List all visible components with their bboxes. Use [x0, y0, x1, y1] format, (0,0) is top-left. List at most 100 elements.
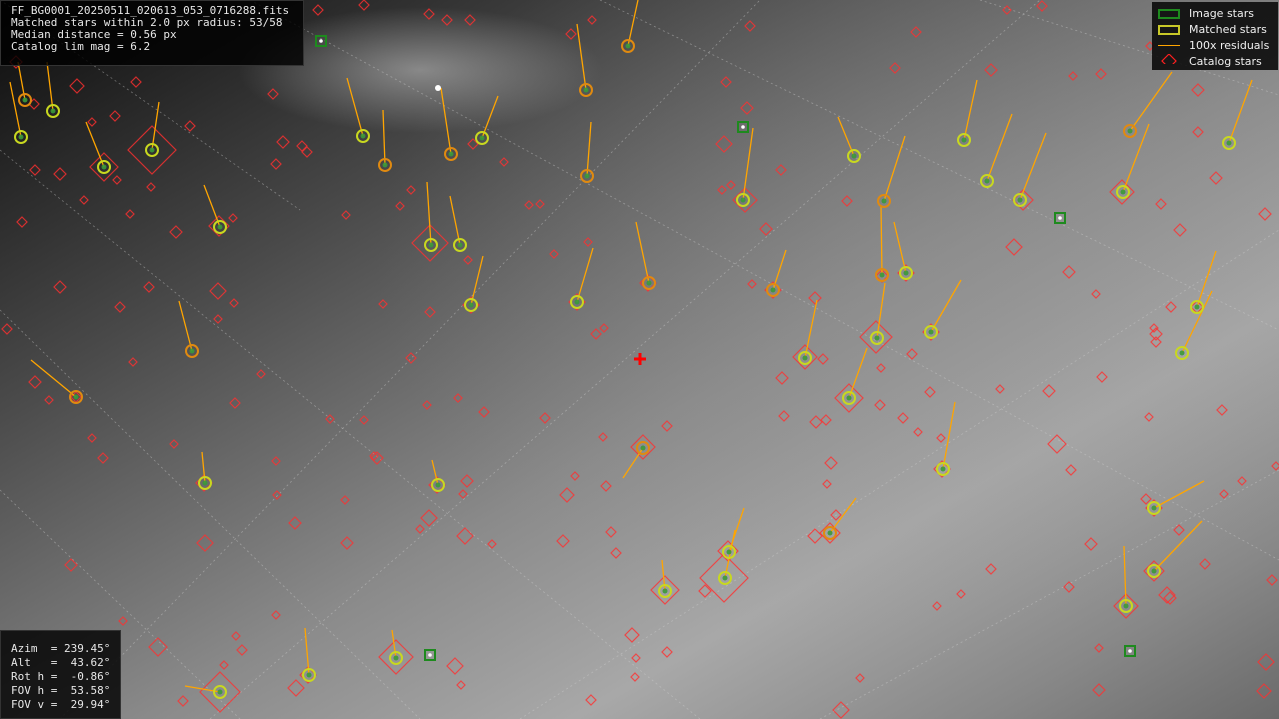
- catalog-star-diamond: [936, 433, 946, 443]
- azimuth-readout: Azim = 239.45°: [11, 642, 111, 655]
- catalog-star-diamond: [229, 397, 241, 409]
- catalog-star-diamond: [1092, 683, 1106, 697]
- catalog-star-diamond: [583, 237, 593, 247]
- residual-line: [1196, 250, 1217, 308]
- residual-line: [178, 300, 193, 352]
- matched-star-core: [879, 272, 885, 278]
- catalog-star-diamond: [446, 657, 464, 675]
- matched-star-core: [740, 197, 746, 203]
- matched-star-core: [382, 162, 388, 168]
- matched-star-core: [1017, 197, 1023, 203]
- catalog-star-diamond: [16, 216, 28, 228]
- matched-star-core: [662, 588, 668, 594]
- residual-line: [85, 121, 105, 168]
- catalog-star-diamond: [341, 210, 351, 220]
- catalog-star-diamond: [1002, 5, 1012, 15]
- catalog-star-diamond: [932, 601, 942, 611]
- catalog-star-diamond: [775, 164, 787, 176]
- residual-line: [848, 347, 868, 399]
- matched-star-core: [881, 198, 887, 204]
- catalog-star-diamond: [53, 167, 67, 181]
- catalog-star-diamond: [458, 489, 468, 499]
- matched-star-core: [468, 302, 474, 308]
- matched-star-core: [393, 655, 399, 661]
- matched-star-core: [306, 672, 312, 678]
- matched-star-core: [722, 575, 728, 581]
- catalog-star-diamond: [1094, 643, 1104, 653]
- catalog-star-diamond: [64, 558, 78, 572]
- matched-star-core: [961, 137, 967, 143]
- matched-star-core: [1179, 350, 1185, 356]
- catalog-star-diamond: [809, 415, 823, 429]
- catalog-star-diamond: [661, 420, 673, 432]
- rotation-readout: Rot h = -0.86°: [11, 670, 111, 683]
- residual-line: [1228, 79, 1253, 144]
- matched-star-core: [770, 287, 776, 293]
- catalog-star-diamond: [118, 616, 128, 626]
- catalog-star-diamond: [1209, 171, 1223, 185]
- fov-v-readout: FOV v = 29.94°: [11, 698, 111, 711]
- catalog-star-diamond: [143, 281, 155, 293]
- bright-star: [435, 85, 441, 91]
- catalog-star-diamond: [598, 432, 608, 442]
- residual-line: [46, 61, 54, 112]
- catalog-star-diamond: [271, 610, 281, 620]
- catalog-star-diamond: [630, 672, 640, 682]
- catalog-star-diamond: [272, 490, 282, 500]
- catalog-star-diamond: [1155, 198, 1167, 210]
- catalog-star-diamond: [146, 182, 156, 192]
- catalog-star-diamond: [287, 679, 305, 697]
- catalog-star-diamond: [1165, 301, 1177, 313]
- catalog-star-diamond: [270, 158, 282, 170]
- catalog-star-diamond: [874, 399, 886, 411]
- catalog-star-diamond: [1047, 434, 1067, 454]
- residual-line: [576, 247, 594, 303]
- catalog-star-diamond: [715, 135, 733, 153]
- catalog-star-diamond: [1065, 464, 1077, 476]
- legend-item-image-stars: Image stars: [1152, 6, 1278, 22]
- image-star-core: [1128, 649, 1132, 653]
- catalog-star-diamond: [1063, 581, 1075, 593]
- grid-line: [519, 229, 1279, 719]
- catalog-star-diamond: [717, 185, 727, 195]
- catalog-star-diamond: [889, 62, 901, 74]
- catalog-star-diamond: [87, 433, 97, 443]
- catalog-star-diamond: [271, 456, 281, 466]
- catalog-star-diamond: [464, 14, 476, 26]
- catalog-star-diamond: [1271, 461, 1279, 471]
- catalog-star-diamond: [478, 406, 490, 418]
- catalog-star-diamond: [114, 301, 126, 313]
- catalog-star-diamond: [956, 589, 966, 599]
- star-overlay: [0, 0, 1279, 719]
- catalog-star-diamond: [1096, 371, 1108, 383]
- catalog-star-diamond: [726, 180, 736, 190]
- catalog-star-diamond: [79, 195, 89, 205]
- catalog-star-diamond: [456, 527, 474, 545]
- catalog-star-diamond: [747, 279, 757, 289]
- matched-star-core: [903, 270, 909, 276]
- residual-line: [426, 181, 432, 246]
- matched-star-core: [217, 689, 223, 695]
- catalog-star-diamond: [312, 4, 324, 16]
- catalog-star-diamond: [1216, 404, 1228, 416]
- catalog-star-diamond: [587, 15, 597, 25]
- catalog-star-diamond: [808, 291, 822, 305]
- catalog-star-diamond: [499, 157, 509, 167]
- matched-star-core: [448, 151, 454, 157]
- catalog-star-diamond: [897, 412, 909, 424]
- residual-line: [1019, 132, 1047, 201]
- matched-star-core: [189, 348, 195, 354]
- grid-line: [249, 0, 1279, 561]
- catalog-star-diamond: [605, 526, 617, 538]
- catalog-star-diamond: [112, 175, 122, 185]
- catalog-star-diamond: [209, 282, 227, 300]
- catalog-star-diamond: [1266, 574, 1278, 586]
- catalog-star-diamond: [53, 280, 67, 294]
- catalog-star-diamond: [740, 101, 754, 115]
- catalog-star-diamond: [44, 395, 54, 405]
- catalog-star-diamond: [231, 631, 241, 641]
- matched-star-core: [1120, 189, 1126, 195]
- catalog-star-diamond: [296, 140, 308, 152]
- matched-star-core: [574, 299, 580, 305]
- catalog-star-diamond: [415, 524, 425, 534]
